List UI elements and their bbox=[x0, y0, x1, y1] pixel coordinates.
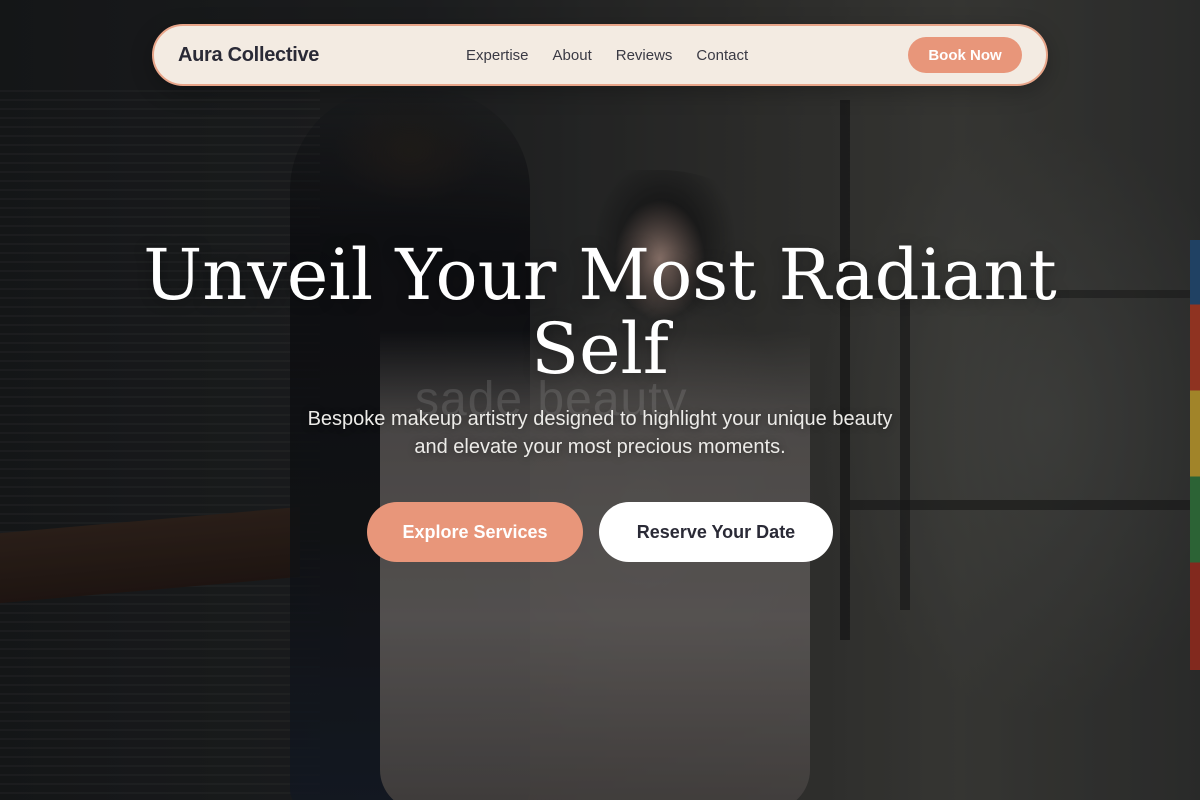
hero-headline: Unveil Your Most Radiant Self bbox=[143, 234, 1057, 390]
navbar: Aura Collective Expertise About Reviews … bbox=[152, 24, 1048, 86]
explore-services-button[interactable]: Explore Services bbox=[367, 502, 583, 562]
nav-link-expertise[interactable]: Expertise bbox=[466, 47, 529, 64]
hero-subtitle-line: and elevate your most precious moments. bbox=[414, 436, 786, 458]
book-now-button[interactable]: Book Now bbox=[908, 37, 1022, 73]
hero-overlay bbox=[0, 0, 1200, 800]
hero-subtitle-line: Bespoke makeup artistry designed to high… bbox=[307, 408, 893, 430]
brand-logo[interactable]: Aura Collective bbox=[178, 44, 319, 67]
nav-links: Expertise About Reviews Contact bbox=[466, 47, 748, 64]
hero-section: sade beauty Aura Collective Expertise Ab… bbox=[0, 0, 1200, 800]
nav-link-reviews[interactable]: Reviews bbox=[616, 47, 673, 64]
nav-link-about[interactable]: About bbox=[553, 47, 592, 64]
reserve-date-button[interactable]: Reserve Your Date bbox=[599, 502, 833, 562]
hero-subtitle: Bespoke makeup artistry designed to high… bbox=[250, 405, 950, 461]
nav-link-contact[interactable]: Contact bbox=[696, 47, 748, 64]
